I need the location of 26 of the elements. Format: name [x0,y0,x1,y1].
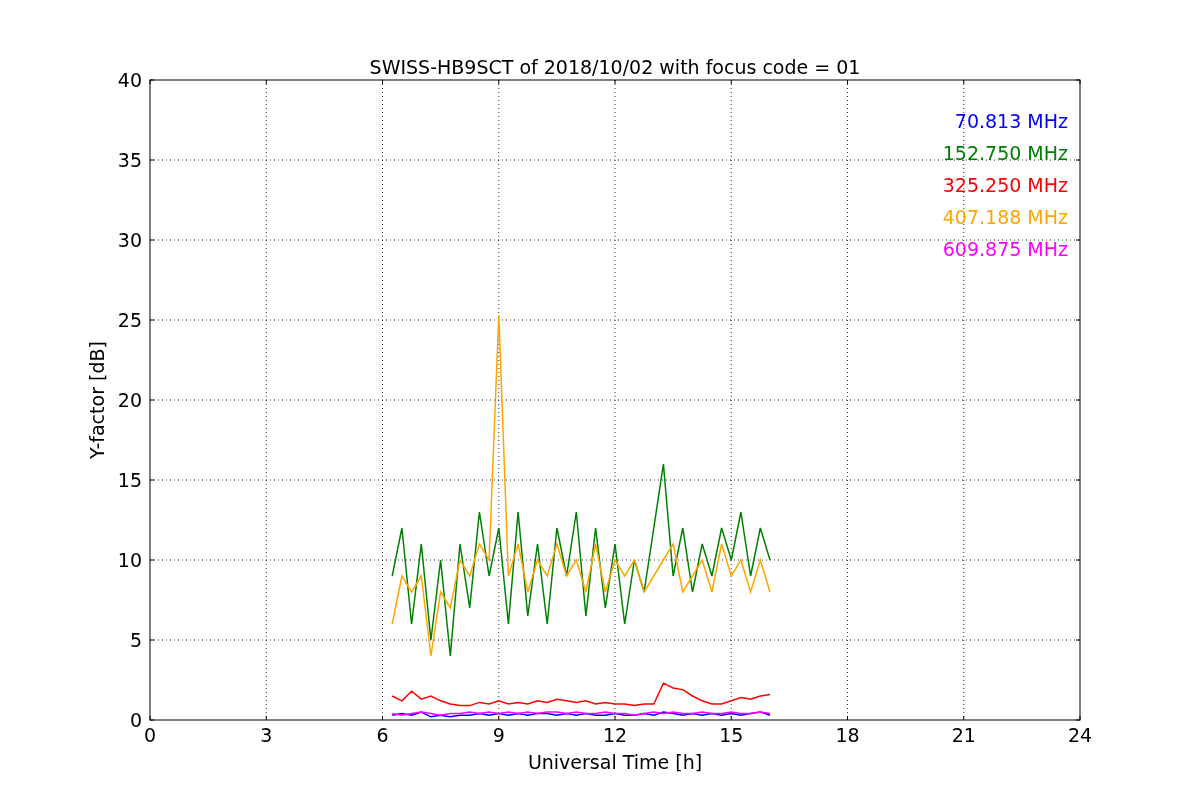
tick-label: 12 [602,724,628,746]
tick-label: 3 [260,724,273,746]
tick-label: 15 [719,724,744,746]
tick-label: 6 [376,724,389,746]
tick-label: 25 [117,309,142,331]
legend-label: 407.188 MHz [942,206,1068,228]
tick-label: 30 [117,229,142,251]
tick-label: 40 [117,69,142,91]
tick-label: 35 [117,149,142,171]
tick-label: 0 [129,709,142,731]
tick-label: 15 [117,469,142,491]
x-axis-label: Universal Time [h] [527,751,703,773]
tick-label: 0 [143,724,157,746]
legend-label: 325.250 MHz [942,174,1068,196]
legend-label: 152.750 MHz [942,142,1068,164]
tick-label: 21 [951,724,976,746]
tick-label: 18 [835,724,860,746]
tick-label: 9 [492,724,505,746]
chart-title: SWISS-HB9SCT of 2018/10/02 with focus code = 01 [369,56,861,78]
y-axis-label: Y-factor [dB] [86,341,108,459]
legend-label: 70.813 MHz [954,110,1068,132]
tick-label: 5 [129,629,142,651]
tick-label: 20 [117,389,142,411]
tick-label: 24 [1067,724,1093,746]
legend-label: 609.875 MHz [942,238,1068,260]
tick-label: 10 [117,549,142,571]
